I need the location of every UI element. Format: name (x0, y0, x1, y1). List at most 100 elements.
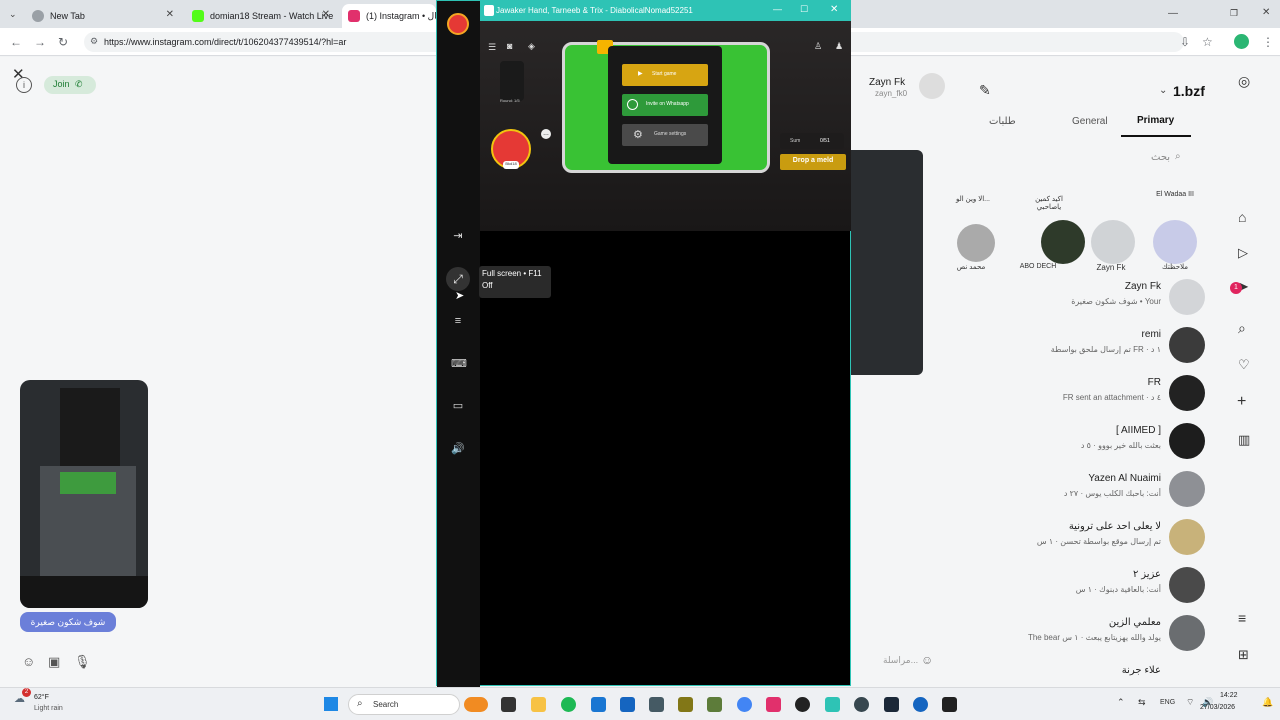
close-icon[interactable]: ✕ (322, 9, 330, 20)
weather-desc[interactable]: Light rain (34, 705, 63, 712)
seat-icon[interactable]: ♟ (835, 41, 843, 52)
window-close-icon[interactable]: ✕ (830, 4, 838, 15)
reels-icon[interactable]: ▷ (1238, 245, 1248, 261)
label-icon[interactable]: ▭ (451, 399, 465, 413)
conversation-row[interactable]: Zayn Fk شوف شكون صغيرة • Your (851, 275, 1221, 319)
dashboard-icon[interactable]: ▥ (1238, 432, 1250, 448)
keyboard-icon[interactable]: ⌨ (451, 357, 467, 371)
wifi-icon[interactable]: ⌔ (1186, 697, 1194, 708)
clock-date[interactable]: 27/03/2026 (1200, 704, 1235, 711)
drop-meld-button[interactable]: Drop a meld (780, 154, 846, 170)
profile-avatar[interactable] (919, 73, 945, 99)
jawaker-icon[interactable] (942, 697, 957, 712)
more-menu-icon[interactable]: ≡ (1238, 610, 1246, 626)
search-icon[interactable]: ⌕ (1238, 320, 1246, 337)
bookmark-icon[interactable]: ☆ (1202, 35, 1213, 49)
notification-bell-icon[interactable]: 🔔 (1262, 697, 1273, 708)
maximize-icon[interactable]: ❐ (1230, 8, 1238, 19)
reload-icon[interactable]: ↻ (58, 35, 68, 49)
conversation-row[interactable]: عزيز ٢ أنت: بالعافية دبنوك · ١ س (851, 563, 1221, 607)
story-avatar[interactable] (957, 224, 995, 262)
clock-time[interactable]: 14:22 (1220, 692, 1238, 699)
back-icon[interactable]: ← (10, 35, 22, 49)
spotify-icon[interactable] (561, 697, 576, 712)
instagram-icon[interactable]: ◎ (1238, 73, 1250, 90)
close-icon[interactable]: ✕ (166, 9, 174, 20)
heart-icon[interactable]: ♡ (1238, 357, 1250, 373)
sticker-icon[interactable]: ☺ (22, 654, 35, 669)
tab-instagram[interactable]: (1) Instagram • سال (342, 4, 436, 28)
chat-toggle-icon[interactable]: ☰ (488, 42, 496, 53)
tab-kick-stream[interactable]: domian18 Stream - Watch Live ✕ (186, 4, 338, 28)
profile-avatar[interactable] (1234, 34, 1249, 49)
minecraft-icon[interactable] (707, 697, 722, 712)
maximize-icon[interactable]: ☐ (800, 4, 808, 15)
search-box[interactable]: ⌕ Search (348, 694, 460, 715)
minimize-icon[interactable]: — (1168, 8, 1178, 19)
layers-icon[interactable]: ◈ (528, 41, 535, 52)
settings-sliders-icon[interactable]: ≡ (451, 314, 465, 328)
player-icon[interactable]: ♙ (814, 41, 822, 52)
tab-requests[interactable]: طلبات (989, 116, 1016, 127)
window-close-icon[interactable]: ✕ (1262, 7, 1270, 18)
chevron-down-icon[interactable]: ⌄ (1159, 85, 1167, 96)
microphone-icon[interactable]: 🎙 (74, 654, 91, 670)
app-icon[interactable] (825, 697, 840, 712)
story-avatar[interactable] (1153, 220, 1197, 264)
instagram-icon[interactable] (766, 697, 781, 712)
invite-whatsapp-button[interactable]: Invite on Whatsapp (622, 94, 708, 116)
emoji-icon[interactable]: ☺ (921, 653, 933, 667)
menu-icon[interactable]: ⋮ (1262, 35, 1274, 49)
app-icon[interactable] (591, 697, 606, 712)
volume-icon[interactable]: 🔊 (451, 442, 465, 456)
forward-icon[interactable]: → (34, 35, 46, 49)
message-composer[interactable]: مراسلة... (883, 655, 918, 666)
unreal-icon[interactable] (795, 697, 810, 712)
conversation-row[interactable]: لا يعلى احد على ترونية تم إرسال موقع بوا… (851, 515, 1221, 559)
tab-new-tab[interactable]: New Tab ✕ (26, 4, 182, 28)
usb-icon[interactable]: ⇆ (1138, 697, 1146, 708)
install-icon[interactable]: ⇩ (1180, 35, 1190, 49)
conversation-row[interactable]: معلمي الزين The bear يولد والله يهزيتابع… (851, 611, 1221, 655)
app-icon[interactable] (913, 697, 928, 712)
info-icon[interactable]: i (16, 77, 32, 93)
app-icon[interactable] (678, 697, 693, 712)
search-icon[interactable]: ⌕ (1175, 151, 1181, 162)
compose-icon[interactable]: ✎ (979, 82, 991, 99)
tab-list-icon[interactable]: ⌄ (9, 9, 17, 20)
camera-icon[interactable]: ◙ (507, 41, 512, 51)
minimize-icon[interactable]: — (773, 4, 782, 14)
conversation-row[interactable]: remi تم إرسال ملحق بواسطة FR · ١ د (851, 323, 1221, 367)
apps-icon[interactable]: ⊞ (1238, 647, 1249, 663)
chat-bubble-icon[interactable]: … (541, 129, 551, 139)
shared-video-thumbnail[interactable] (20, 380, 148, 608)
tab-general[interactable]: General (1072, 116, 1108, 127)
app-icon[interactable] (649, 697, 664, 712)
weather-temp[interactable]: 62°F (34, 694, 49, 701)
search-placeholder[interactable]: بحث (1151, 152, 1170, 163)
chevron-up-icon[interactable]: ⌃ (1117, 697, 1125, 708)
widget-icon[interactable] (464, 697, 488, 712)
language-indicator[interactable]: ENG (1160, 699, 1175, 706)
conversation-row[interactable]: Yazen Al Nuaimi أنت: باحبك الكلب يوس · ٢… (851, 467, 1221, 511)
conversation-row[interactable]: [ AIIMED ] بعثت بالله خير بووو · ٥ د (851, 419, 1221, 463)
chrome-icon[interactable] (737, 697, 752, 712)
account-username[interactable]: 1.bzf (1173, 83, 1205, 99)
conversation-row[interactable]: FR FR sent an attachment · ٤ د (851, 371, 1221, 415)
windows-start-icon[interactable] (324, 697, 338, 711)
task-view-icon[interactable] (501, 697, 516, 712)
file-explorer-icon[interactable] (531, 697, 546, 712)
game-settings-button[interactable]: ⚙ Game settings (622, 124, 708, 146)
create-icon[interactable]: + (1237, 393, 1246, 411)
steam-icon[interactable] (884, 697, 899, 712)
fullscreen-icon[interactable]: ⤢ (446, 267, 470, 291)
store-icon[interactable] (620, 697, 635, 712)
tab-primary[interactable]: Primary (1137, 115, 1174, 126)
image-icon[interactable]: ▣ (48, 654, 60, 670)
story-avatar[interactable] (1041, 220, 1085, 264)
home-icon[interactable]: ⌂ (1238, 209, 1246, 225)
join-button[interactable]: Join ✆ (44, 76, 96, 94)
site-info-icon[interactable]: ⚙ (90, 36, 98, 47)
obs-icon[interactable] (854, 697, 869, 712)
exit-icon[interactable]: ⇥ (451, 229, 465, 243)
